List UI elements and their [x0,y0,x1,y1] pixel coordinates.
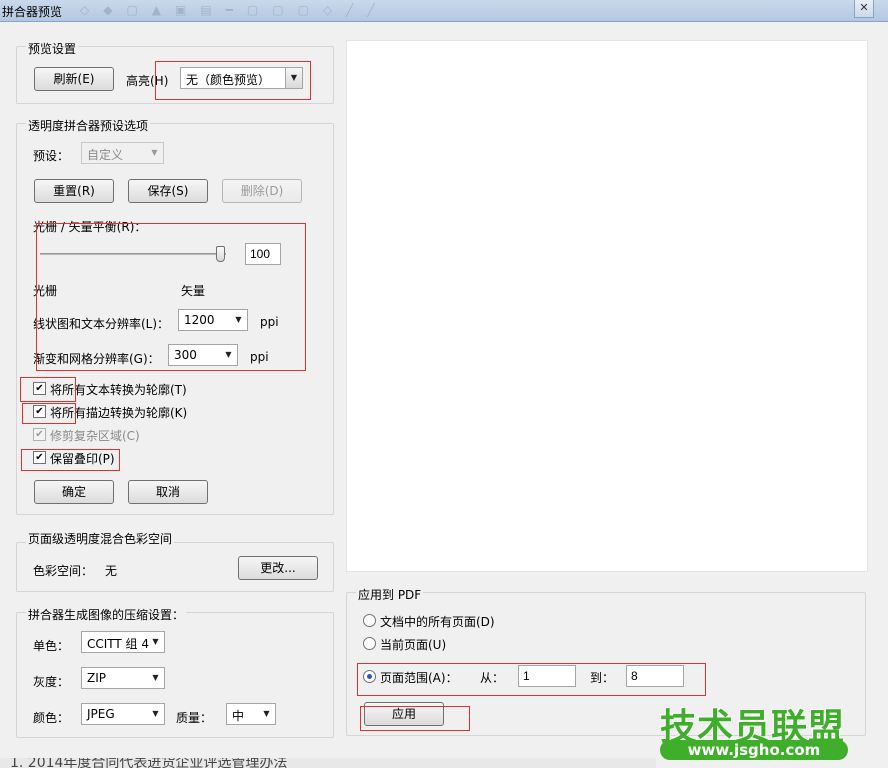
apply-pdf-group-label: 应用到 PDF [356,586,424,603]
grad-res-value: 300 [174,348,197,362]
preserve-overprint-label: 保留叠印(P) [50,452,115,466]
radio-page-range[interactable] [363,670,376,683]
balance-label: 光栅 / 矢量平衡(R)： [33,220,147,234]
vector-label: 矢量 [181,284,206,298]
color-value: JPEG [87,707,115,721]
apply-button[interactable]: 应用 [364,702,444,726]
text-outline-label: 将所有文本转换为轮廓(T) [50,383,187,397]
chevron-down-icon: ▼ [151,148,158,157]
radio-current-page[interactable] [363,637,376,650]
balance-slider-track[interactable] [40,253,226,255]
preset-label: 预设： [33,149,70,163]
cancel-button[interactable]: 取消 [128,480,208,504]
close-icon[interactable]: ✕ [854,0,874,18]
chevron-down-icon: ▼ [235,315,242,324]
chevron-down-icon: ▼ [285,68,302,88]
preset-select-value: 自定义 [87,148,124,162]
color-label: 颜色： [33,711,70,725]
line-res-value: 1200 [184,313,215,327]
highlight-select[interactable]: 无（颜色预览） ▼ [180,67,303,89]
from-label: 从： [480,671,505,685]
flattener-group-label: 透明度拼合器预设选项 [26,117,151,134]
background-document-text: 1. 2014年度合同代表进货企业评选管理办法 [0,758,656,768]
flattener-preview-area[interactable] [346,40,868,572]
radio-all-pages-label: 文档中的所有页面(D) [380,615,495,629]
text-outline-checkbox[interactable]: ✔ [33,382,46,395]
to-input[interactable] [626,665,684,687]
gray-label: 灰度： [33,675,70,689]
radio-all-pages[interactable] [363,614,376,627]
clip-complex-checkbox[interactable]: ✔ [33,428,46,441]
preview-settings-label: 预览设置 [26,40,79,57]
chevron-down-icon: ▼ [152,673,159,682]
mono-label: 单色： [33,639,70,653]
site-watermark: 技术员联盟 www.jsgho.com [656,698,852,768]
to-label: 到： [590,671,615,685]
grad-res-label: 渐变和网格分辨率(G)： [33,352,160,366]
radio-current-page-label: 当前页面(U) [380,638,447,652]
change-button[interactable]: 更改... [238,556,318,580]
window-title: 拼合器预览 [2,5,63,19]
chevron-down-icon: ▼ [152,637,159,646]
watermark-url: www.jsgho.com [660,740,848,760]
toolbar-icons-faded: ◇◆▢▲▣▤━▢▢▢◇╱╱ [80,3,389,17]
save-button[interactable]: 保存(S) [128,179,208,203]
grad-res-select[interactable]: 300 ▼ [168,344,238,366]
chevron-down-icon: ▼ [263,709,270,718]
grad-res-unit: ppi [250,350,269,364]
preset-select[interactable]: 自定义 ▼ [81,142,164,164]
refresh-button[interactable]: 刷新(E) [34,67,114,91]
title-bar: 拼合器预览 ◇◆▢▲▣▤━▢▢▢◇╱╱ ✕ [0,0,888,22]
color-space-label: 色彩空间： [33,564,94,578]
line-res-select[interactable]: 1200 ▼ [178,309,248,331]
color-space-group-label: 页面级透明度混合色彩空间 [26,530,175,547]
chevron-down-icon: ▼ [152,709,159,718]
line-res-unit: ppi [260,315,279,329]
balance-slider-thumb[interactable] [216,246,225,262]
stroke-outline-label: 将所有描边转换为轮廓(K) [50,406,188,420]
highlight-select-value: 无（颜色预览） [186,73,271,87]
raster-label: 光栅 [33,284,58,298]
reset-button[interactable]: 重置(R) [34,179,114,203]
color-select[interactable]: JPEG ▼ [81,703,165,725]
background-text-line: 1. 2014年度合同代表进货企业评选管理办法 [10,758,288,768]
balance-input[interactable] [245,243,281,265]
stroke-outline-checkbox[interactable]: ✔ [33,405,46,418]
clip-complex-label: 修剪复杂区域(C) [50,429,140,443]
quality-value: 中 [232,709,245,723]
compression-group-label: 拼合器生成图像的压缩设置： [26,606,187,623]
from-input[interactable] [518,665,576,687]
quality-label: 质量： [176,711,213,725]
quality-select[interactable]: 中 ▼ [226,703,276,725]
color-space-value: 无 [105,564,118,578]
line-res-label: 线状图和文本分辨率(L)： [33,317,170,331]
mono-select[interactable]: CCITT 组 4 ▼ [81,631,165,653]
mono-value: CCITT 组 4 [87,637,150,651]
ok-button[interactable]: 确定 [34,480,114,504]
preserve-overprint-checkbox[interactable]: ✔ [33,451,46,464]
radio-page-range-label: 页面范围(A)： [380,671,458,685]
delete-button[interactable]: 删除(D) [222,179,302,203]
chevron-down-icon: ▼ [225,350,232,359]
gray-select[interactable]: ZIP ▼ [81,667,165,689]
gray-value: ZIP [87,671,106,685]
highlight-label: 高亮(H) [126,74,169,88]
